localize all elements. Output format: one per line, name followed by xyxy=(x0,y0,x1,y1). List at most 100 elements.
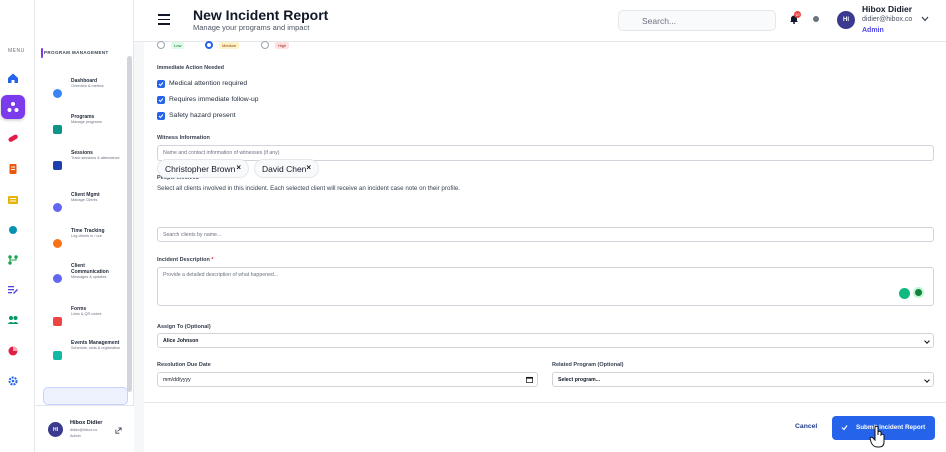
form-actions-bar xyxy=(144,402,946,452)
search-input[interactable]: Search... xyxy=(618,10,776,31)
grammarly-icon[interactable] xyxy=(913,287,924,298)
close-icon[interactable]: × xyxy=(306,163,311,172)
circle-icon xyxy=(9,226,17,234)
chevron-down-icon[interactable] xyxy=(921,16,929,22)
sidebar-item-time-tracking[interactable]: Time Tracking Log clients in / out xyxy=(41,228,125,262)
sidebar-section-title: PROGRAM MANAGEMENT xyxy=(41,48,109,58)
severity-radio-high[interactable] xyxy=(261,41,269,49)
rail-list-button[interactable] xyxy=(1,188,25,212)
forms-icon xyxy=(53,317,62,326)
rail-branch-button[interactable] xyxy=(1,248,25,272)
client-chip[interactable]: Christopher Brown × xyxy=(157,159,249,178)
sidebar-item-client-mgmt[interactable]: Client Mgmt Manage Clients xyxy=(41,192,125,226)
pie-chart-icon xyxy=(8,346,18,356)
programs-icon xyxy=(53,125,62,134)
cancel-button[interactable]: Cancel xyxy=(795,423,817,430)
grammar-check-icon[interactable] xyxy=(899,288,910,299)
rail-programs-button[interactable] xyxy=(1,95,25,119)
checkbox-follow-up[interactable] xyxy=(157,96,165,104)
sidebar-user-name: Hibox Didier xyxy=(70,420,103,426)
client-chip[interactable]: David Chen × xyxy=(254,159,319,178)
chat-icon xyxy=(53,274,62,283)
top-bar: New Incident Report Manage your programs… xyxy=(134,0,946,42)
rail-settings-button[interactable] xyxy=(1,369,25,393)
sidebar-item-sub: Manage programs xyxy=(71,120,102,124)
status-dot-icon[interactable] xyxy=(813,16,819,22)
calendar-icon xyxy=(53,351,62,360)
rail-edit-button[interactable] xyxy=(1,278,25,302)
close-icon[interactable]: × xyxy=(236,163,241,172)
severity-tag-medium: Medium xyxy=(219,42,240,49)
sidebar-item-sub: Log clients in / out xyxy=(71,234,102,238)
checkbox-label: Medical attention required xyxy=(169,80,248,87)
sidebar-item-sub: Links & QR codes xyxy=(71,312,102,316)
sidebar-scrollbar[interactable] xyxy=(127,56,132,392)
assign-to-select[interactable]: Alice Johnson xyxy=(157,333,934,348)
rail-home-button[interactable] xyxy=(1,66,25,90)
sidebar-item-sub: Schedule, slots & registration xyxy=(71,346,121,350)
sidebar-item-sessions[interactable]: Sessions Track sessions & attendance xyxy=(41,150,125,184)
description-textarea[interactable]: Provide a detailed description of what h… xyxy=(157,267,934,306)
client-search-input[interactable]: Search clients by name... xyxy=(157,227,934,242)
icon-rail: MENU xyxy=(0,0,35,452)
sidebar-item-active-partial[interactable] xyxy=(43,387,128,405)
rail-chart-button[interactable] xyxy=(1,339,25,363)
sidebar-item-client-communication[interactable]: Client Communication Messages & updates xyxy=(41,263,125,297)
user-role: Admin xyxy=(862,27,884,34)
sidebar-user-email: didier@hibox.co xyxy=(70,428,98,432)
related-program-label: Related Program (Optional) xyxy=(552,362,624,368)
severity-radio-medium[interactable] xyxy=(205,41,213,49)
sidebar-item-events[interactable]: Events Management Schedule, slots & regis… xyxy=(41,340,125,374)
sidebar-item-forms[interactable]: Forms Links & QR codes xyxy=(41,306,125,340)
rail-menu-label: MENU xyxy=(8,48,25,54)
user-email: didier@hibox.co xyxy=(862,16,913,23)
due-date-value: mm/dd/yyyy xyxy=(163,377,191,383)
sidebar-user-footer: HI Hibox Didier didier@hibox.co Admin xyxy=(35,405,134,452)
due-date-input[interactable]: mm/dd/yyyy xyxy=(157,372,538,387)
sidebar-item-dashboard[interactable]: Dashboard Overview & metrics xyxy=(41,78,125,112)
network-icon xyxy=(7,102,19,112)
checkbox-medical[interactable] xyxy=(157,80,165,88)
rail-document-button[interactable] xyxy=(1,157,25,181)
sidebar-item-sub: Track sessions & attendance xyxy=(71,156,120,160)
client-chip-label: Christopher Brown xyxy=(165,164,236,174)
submit-button-label: Submit Incident Report xyxy=(856,424,926,431)
checkbox-safety[interactable] xyxy=(157,112,165,120)
checkbox-label: Requires immediate follow-up xyxy=(169,96,259,103)
check-icon xyxy=(841,425,848,431)
rail-users-button[interactable] xyxy=(1,308,25,332)
description-label: Incident Description xyxy=(157,257,210,263)
avatar[interactable]: HI xyxy=(837,11,855,29)
severity-radio-low[interactable] xyxy=(157,41,165,49)
sidebar-item-sub: Overview & metrics xyxy=(71,84,104,88)
rail-circle-button[interactable] xyxy=(1,218,25,242)
rail-pill-button[interactable] xyxy=(1,126,25,150)
notification-badge: 10 xyxy=(794,11,801,18)
incident-form: Low Medium High Immediate Action Needed … xyxy=(144,41,946,452)
check-icon xyxy=(158,114,164,119)
check-icon xyxy=(158,82,164,87)
page-title: New Incident Report xyxy=(193,7,329,23)
list-icon xyxy=(8,196,18,204)
sessions-icon xyxy=(53,161,62,170)
witness-label: Witness Information xyxy=(157,135,210,141)
people-involved-help: Select all clients involved in this inci… xyxy=(157,185,461,192)
related-program-select[interactable]: Select program... xyxy=(552,372,934,387)
severity-tag-low: Low xyxy=(171,42,185,49)
calendar-icon[interactable] xyxy=(526,376,533,383)
external-link-icon[interactable] xyxy=(115,427,122,434)
checkbox-label: Safety hazard present xyxy=(169,112,236,119)
branch-icon xyxy=(8,255,18,265)
required-mark: * xyxy=(211,257,214,263)
user-name: Hibox Didier xyxy=(862,4,913,14)
hamburger-menu-icon[interactable] xyxy=(158,14,170,25)
sidebar-item-programs[interactable]: Programs Manage programs xyxy=(41,114,125,148)
hand-cursor-icon xyxy=(869,425,885,448)
sidebar: PROGRAM MANAGEMENT Dashboard Overview & m… xyxy=(35,0,134,452)
immediate-action-label: Immediate Action Needed xyxy=(157,65,225,71)
client-chip-label: David Chen xyxy=(262,164,307,174)
sidebar-user-role: Admin xyxy=(70,434,81,438)
dashboard-icon xyxy=(53,89,62,98)
edit-list-icon xyxy=(8,286,18,294)
check-icon xyxy=(158,98,164,103)
